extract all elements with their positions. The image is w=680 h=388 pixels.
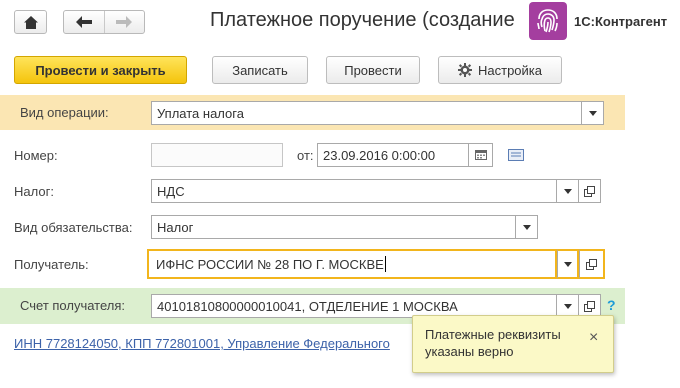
operation-dropdown-button[interactable] [582, 101, 604, 125]
chevron-down-icon [588, 110, 597, 116]
fingerprint-icon [529, 2, 567, 40]
recipient-open-button[interactable] [579, 249, 605, 279]
operation-label: Вид операции: [20, 105, 109, 120]
obligation-field[interactable]: Налог [151, 215, 516, 239]
brand-name: 1С:Контрагент [574, 14, 668, 29]
chevron-down-icon [563, 303, 572, 309]
tax-open-button[interactable] [579, 179, 601, 203]
open-in-window-icon [584, 185, 595, 197]
date-label: от: [297, 148, 314, 163]
home-button[interactable] [14, 10, 47, 34]
arrow-right-icon [116, 16, 133, 28]
gear-icon [458, 63, 472, 77]
recipient-dropdown-button[interactable] [557, 249, 579, 279]
comment-button[interactable] [507, 148, 524, 161]
tax-field[interactable]: НДС [151, 179, 557, 203]
save-button[interactable]: Записать [212, 56, 308, 84]
text-caret [384, 256, 386, 272]
recipient-field[interactable]: ИФНС РОССИИ № 28 ПО Г. МОСКВЕ [147, 249, 557, 279]
obligation-dropdown-button[interactable] [516, 215, 538, 239]
chevron-down-icon [563, 188, 572, 194]
tax-label: Налог: [14, 184, 54, 199]
date-input[interactable]: 23.09.2016 0:00:00 [317, 143, 469, 167]
recipient-value: ИФНС РОССИИ № 28 ПО Г. МОСКВЕ [156, 256, 384, 272]
validation-tooltip: Платежные реквизиты указаны верно × [412, 315, 614, 373]
settings-button[interactable]: Настройка [438, 56, 562, 84]
back-button[interactable] [64, 11, 105, 33]
arrow-left-icon [75, 16, 92, 28]
obligation-label: Вид обязательства: [14, 220, 133, 235]
tax-dropdown-button[interactable] [557, 179, 579, 203]
post-and-close-button[interactable]: Провести и закрыть [14, 56, 187, 84]
open-in-window-icon [586, 258, 597, 270]
account-label: Счет получателя: [20, 298, 126, 313]
recipient-label: Получатель: [14, 257, 89, 272]
note-icon [507, 148, 524, 161]
open-in-window-icon [584, 300, 595, 312]
help-icon[interactable]: ? [607, 297, 616, 313]
post-button[interactable]: Провести [326, 56, 420, 84]
chevron-down-icon [563, 261, 572, 267]
calendar-icon [474, 150, 487, 160]
number-input[interactable] [151, 143, 283, 167]
bank-details-link[interactable]: ИНН 7728124050, КПП 772801001, Управлени… [14, 336, 409, 351]
history-nav [63, 10, 145, 34]
operation-field[interactable]: Уплата налога [151, 101, 582, 125]
chevron-down-icon [522, 224, 531, 230]
settings-label: Настройка [478, 62, 542, 78]
forward-button[interactable] [105, 11, 145, 33]
page-title: Платежное поручение (создание [210, 9, 515, 31]
calendar-button[interactable] [469, 143, 493, 167]
close-icon[interactable]: × [589, 330, 598, 346]
number-label: Номер: [14, 148, 58, 163]
home-icon [23, 15, 38, 29]
tooltip-text: Платежные реквизиты указаны верно [425, 327, 561, 359]
